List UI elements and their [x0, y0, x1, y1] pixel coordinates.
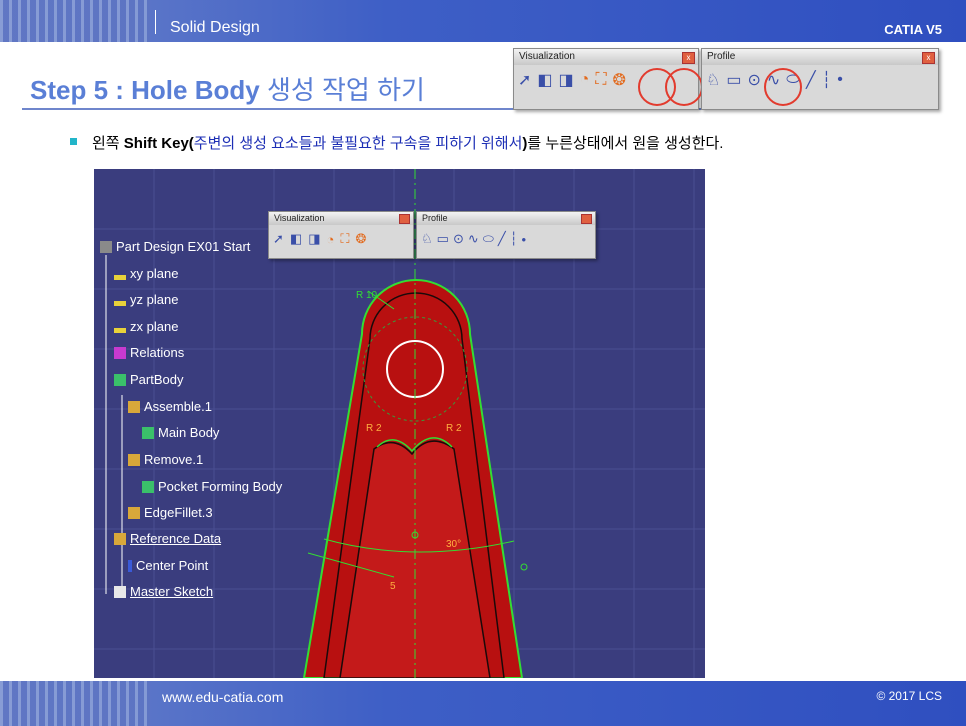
- highlight-circle: [764, 68, 802, 106]
- brand-label: CATIA V5: [884, 22, 942, 37]
- instruction-prefix: 왼쪽: [92, 135, 124, 152]
- tree-item-zx-plane[interactable]: zx plane: [114, 319, 178, 334]
- title-korean: 생성 작업 하기: [266, 75, 425, 105]
- header-pattern: [0, 0, 150, 42]
- fly-mode-icon[interactable]: ➚: [518, 70, 531, 90]
- cut-part-by-sketch-plane-icon[interactable]: ⛶: [595, 71, 606, 89]
- plane-icon: [114, 301, 126, 306]
- tree-item-xy-plane[interactable]: xy plane: [114, 266, 178, 281]
- axis-icon[interactable]: ┆: [510, 231, 518, 247]
- close-icon[interactable]: [581, 214, 592, 224]
- circle-icon[interactable]: ⊙: [747, 70, 760, 90]
- plane-icon: [114, 328, 126, 333]
- constraint-point: [520, 563, 528, 571]
- close-icon[interactable]: [399, 214, 410, 224]
- point-icon[interactable]: •: [522, 232, 527, 247]
- profile-toolbar[interactable]: Profile x ♘ ▭ ⊙ ∿ ⬭ ╱ ┆ •: [701, 48, 939, 110]
- fillet-icon: [128, 507, 140, 519]
- tree-item-relations[interactable]: Relations: [114, 345, 184, 360]
- header-divider: [155, 10, 156, 34]
- inset-visualization-title: Visualization: [274, 213, 325, 223]
- tree-item-pocket-forming-body[interactable]: Pocket Forming Body: [142, 479, 282, 494]
- cut-part-by-sketch-plane-icon[interactable]: ⛶: [340, 231, 349, 247]
- header-bar: Solid Design CATIA V5: [0, 0, 966, 42]
- line-icon[interactable]: ╱: [806, 70, 816, 90]
- close-icon[interactable]: x: [682, 52, 695, 64]
- tree-root[interactable]: Part Design EX01 Start: [100, 239, 250, 254]
- tree-item-partbody[interactable]: PartBody: [114, 372, 183, 387]
- body-icon: [114, 374, 126, 386]
- footer-bar: www.edu-catia.com © 2017 LCS: [0, 681, 966, 726]
- part-icon: [100, 241, 112, 253]
- tree-item-assemble[interactable]: Assemble.1: [128, 399, 212, 414]
- close-icon[interactable]: x: [922, 52, 935, 64]
- profile-toolbar-header[interactable]: Profile x: [702, 49, 938, 65]
- instruction-note: 주변의 생성 요소들과 불필요한 구속을 피하기 위해서: [193, 135, 523, 152]
- body-icon: [142, 427, 154, 439]
- tree-item-yz-plane[interactable]: yz plane: [114, 292, 178, 307]
- inset-profile-title: Profile: [422, 213, 448, 223]
- inset-profile-toolbar[interactable]: Profile ♘ ▭ ⊙ ∿ ⬭ ╱ ┆ •: [416, 211, 596, 259]
- instruction-suffix: 를 누른상태에서 원을 생성한다.: [527, 135, 724, 152]
- r2-label: R 2: [446, 423, 462, 434]
- hide-show-icon[interactable]: ◔: [327, 232, 335, 247]
- geometrical-set-icon: [114, 533, 126, 545]
- lighting-icon[interactable]: ❂: [613, 70, 626, 90]
- tree-item-reference-data[interactable]: Reference Data: [114, 531, 221, 546]
- visualization-toolbar-header[interactable]: Visualization x: [514, 49, 698, 65]
- point-icon[interactable]: •: [837, 71, 843, 89]
- fly-mode-icon[interactable]: ➚: [273, 231, 284, 247]
- r10-label: R 10: [356, 290, 378, 301]
- hide-show-icon[interactable]: ◔: [580, 71, 590, 89]
- page-title: Step 5 : Hole Body 생성 작업 하기: [30, 70, 425, 107]
- footer-pattern: [0, 681, 150, 726]
- tree-item-master-sketch[interactable]: Master Sketch: [114, 584, 213, 599]
- inset-visualization-header[interactable]: Visualization: [269, 212, 413, 225]
- line-icon[interactable]: ╱: [498, 231, 506, 247]
- point-icon: [128, 560, 132, 572]
- profile-icon[interactable]: ♘: [706, 70, 720, 90]
- body-icon: [142, 481, 154, 493]
- title-step: Step 5 : Hole Body: [30, 75, 260, 105]
- render-style-icon[interactable]: ◨: [559, 70, 574, 90]
- render-style-icon[interactable]: ◨: [308, 231, 320, 247]
- view-mode-icon[interactable]: ◧: [290, 231, 302, 247]
- rectangle-icon[interactable]: ▭: [726, 70, 741, 90]
- plane-icon: [114, 275, 126, 280]
- assemble-icon: [128, 401, 140, 413]
- footer-url[interactable]: www.edu-catia.com: [162, 689, 283, 705]
- inset-profile-header[interactable]: Profile: [417, 212, 595, 225]
- view-mode-icon[interactable]: ◧: [537, 70, 552, 90]
- visualization-toolbar-title: Visualization: [519, 51, 575, 62]
- profile-icon[interactable]: ♘: [421, 231, 433, 247]
- tree-item-main-body[interactable]: Main Body: [142, 425, 219, 440]
- remove-icon: [128, 454, 140, 466]
- lighting-icon[interactable]: ❂: [355, 231, 366, 247]
- bullet-icon: [70, 138, 77, 145]
- catia-viewport[interactable]: R 10 R 2 R 2 30° 5 Visualization ➚ ◧ ◨ ◔…: [94, 169, 705, 678]
- relations-icon: [114, 347, 126, 359]
- rectangle-icon[interactable]: ▭: [437, 231, 449, 247]
- tree-item-edgefillet[interactable]: EdgeFillet.3: [128, 505, 213, 520]
- instruction-text: 왼쪽 Shift Key(주변의 생성 요소들과 불필요한 구속을 피하기 위해…: [92, 132, 723, 153]
- angle-label: 30°: [446, 539, 461, 550]
- highlight-circle: [665, 68, 703, 106]
- circle-icon[interactable]: ⊙: [453, 231, 464, 247]
- instruction-key: Shift Key: [123, 135, 189, 152]
- section-title: Solid Design: [170, 19, 260, 36]
- axis-icon[interactable]: ┆: [822, 70, 832, 90]
- tree-item-remove[interactable]: Remove.1: [128, 452, 203, 467]
- spline-icon[interactable]: ∿: [468, 231, 479, 247]
- inset-visualization-toolbar[interactable]: Visualization ➚ ◧ ◨ ◔ ⛶ ❂: [268, 211, 414, 259]
- sketch-icon: [114, 586, 126, 598]
- profile-toolbar-title: Profile: [707, 51, 736, 62]
- dim5-label: 5: [390, 581, 396, 592]
- r2-label: R 2: [366, 423, 382, 434]
- ellipse-icon[interactable]: ⬭: [483, 231, 494, 247]
- tree-item-center-point[interactable]: Center Point: [128, 558, 208, 573]
- footer-copyright: © 2017 LCS: [876, 689, 942, 703]
